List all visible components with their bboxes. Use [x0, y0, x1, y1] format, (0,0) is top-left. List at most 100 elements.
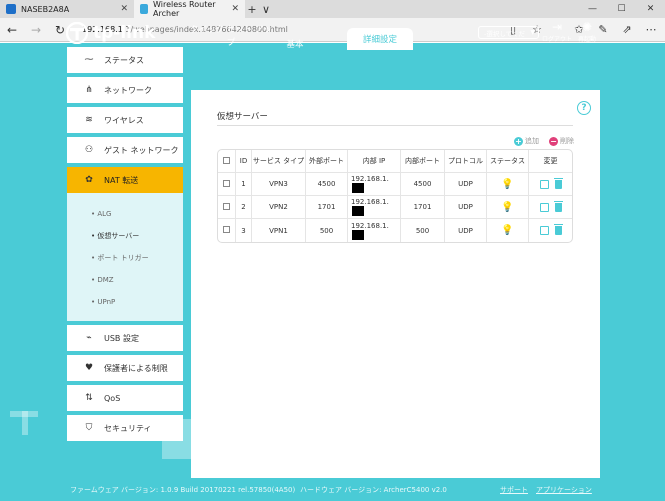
trash-icon[interactable] — [553, 200, 563, 212]
browser-tab-nas[interactable]: NASEB2A8A ✕ — [0, 0, 134, 18]
edit-icon[interactable] — [539, 202, 549, 212]
nat-submenu: • ALG • 仮想サーバー • ポート トリガー • DMZ • UPnP — [67, 193, 183, 321]
nat-icon: ✿ — [85, 175, 93, 185]
row-checkbox[interactable] — [223, 202, 230, 210]
sidebar-item-label: NAT 転送 — [104, 175, 139, 185]
cell-internal-ip: 192.168.1. — [348, 219, 401, 242]
cell-protocol: UDP — [445, 219, 487, 242]
brand-name: tp-link — [93, 23, 156, 43]
submenu-item-port-triggering[interactable]: • ポート トリガー — [91, 247, 183, 269]
sidebar-item-qos[interactable]: ⇅ QoS — [67, 385, 183, 411]
row-select-cell[interactable] — [218, 173, 236, 196]
reboot-button[interactable]: ✺ 再起動 — [572, 20, 602, 43]
status-bulb-icon[interactable]: 💡 — [501, 179, 513, 190]
column-header: ID — [236, 150, 252, 173]
submenu-label: 仮想サーバー — [97, 232, 140, 240]
sidebar: ⁓ ステータス ⋔ ネットワーク ≋ ワイヤレス ⚇ ゲスト ネットワーク ✿ … — [67, 47, 183, 445]
trash-icon[interactable] — [553, 224, 563, 235]
select-all-checkbox[interactable] — [223, 156, 230, 164]
tab-advanced[interactable]: 詳細設定 — [347, 28, 413, 50]
edit-icon[interactable] — [539, 179, 549, 189]
cell-protocol: UDP — [445, 196, 487, 219]
delete-button[interactable]: − 削除 — [549, 136, 574, 146]
cell-modify — [529, 173, 572, 196]
redaction-block — [352, 206, 364, 216]
submenu-item-upnp[interactable]: • UPnP — [91, 291, 183, 313]
row-select-cell[interactable] — [218, 219, 236, 242]
tab-basic[interactable]: 基本 — [275, 38, 315, 50]
cell-external-port: 1701 — [306, 196, 348, 219]
maximize-button[interactable]: ☐ — [607, 0, 636, 18]
sidebar-item-security[interactable]: ⛉ セキュリティ — [67, 415, 183, 441]
trash-icon[interactable] — [553, 177, 563, 189]
tab-quick-setup[interactable]: クイック セット アップ — [187, 24, 275, 50]
sidebar-item-status[interactable]: ⁓ ステータス — [67, 47, 183, 73]
tab-list-button[interactable]: ∨ — [259, 0, 273, 18]
column-header: 内部ポート — [401, 150, 445, 173]
cell-modify — [529, 219, 572, 242]
sidebar-item-nat-forwarding[interactable]: ✿ NAT 転送 — [67, 167, 183, 193]
cell-internal-ip: 192.168.1. — [348, 173, 401, 196]
edit-icon[interactable] — [539, 226, 549, 235]
sidebar-item-usb-settings[interactable]: ⌁ USB 設定 — [67, 325, 183, 351]
cell-id: 2 — [236, 196, 252, 219]
chevron-down-icon: ▼ — [530, 29, 535, 36]
more-menu-icon[interactable]: ⋯ — [643, 23, 659, 36]
add-button[interactable]: + 追加 — [514, 136, 539, 146]
row-checkbox[interactable] — [223, 226, 230, 233]
row-checkbox[interactable] — [223, 179, 230, 187]
help-icon[interactable]: ? — [577, 101, 591, 115]
sidebar-item-network[interactable]: ⋔ ネットワーク — [67, 77, 183, 103]
browser-tab-router[interactable]: Wireless Router Archer ✕ — [134, 0, 245, 18]
support-link[interactable]: サポート — [500, 485, 528, 495]
status-bulb-icon[interactable]: 💡 — [501, 225, 513, 236]
forward-arrow-icon[interactable]: → — [24, 23, 48, 37]
sidebar-item-wireless[interactable]: ≋ ワイヤレス — [67, 107, 183, 133]
row-select-cell[interactable] — [218, 196, 236, 219]
submenu-item-dmz[interactable]: • DMZ — [91, 269, 183, 291]
redaction-block — [352, 229, 364, 240]
cell-internal-ip: 192.168.1. — [348, 196, 401, 219]
cell-service: VPN2 — [252, 196, 306, 219]
cell-internal-port: 500 — [401, 219, 445, 242]
column-header: 外部ポート — [306, 150, 348, 173]
submenu-item-virtual-server[interactable]: • 仮想サーバー — [91, 225, 183, 247]
cell-status: 💡 — [487, 219, 529, 242]
tab-title: NASEB2A8A — [21, 4, 70, 14]
nas-favicon-icon — [6, 4, 16, 14]
plus-icon: + — [514, 136, 523, 146]
close-tab-icon[interactable]: ✕ — [120, 4, 128, 14]
minimize-button[interactable]: — — [578, 0, 607, 18]
close-tab-icon[interactable]: ✕ — [231, 4, 239, 14]
table-row: 3 VPN1 500 192.168.1. 500 UDP 💡 — [218, 219, 572, 242]
firmware-version: ファームウェア バージョン: 1.0.9 Build 20170221 rel.… — [70, 485, 296, 494]
share-icon[interactable]: ⇗ — [619, 23, 635, 36]
logout-button[interactable]: ⇥ ログアウト — [542, 20, 572, 43]
cell-protocol: UDP — [445, 173, 487, 196]
back-arrow-icon[interactable]: ← — [0, 23, 24, 37]
ip-text: 192.168.1. — [351, 198, 389, 206]
sidebar-item-guest-network[interactable]: ⚇ ゲスト ネットワーク — [67, 137, 183, 163]
title-divider — [217, 125, 573, 126]
reboot-icon: ✺ — [581, 20, 593, 34]
submenu-item-alg[interactable]: • ALG — [91, 203, 183, 225]
logout-icon: ⇥ — [551, 20, 563, 34]
sidebar-item-label: ゲスト ネットワーク — [104, 145, 179, 155]
sidebar-item-parental-controls[interactable]: ♥ 保護者による制限 — [67, 355, 183, 381]
cell-id: 3 — [236, 219, 252, 242]
sidebar-item-label: ネットワーク — [104, 85, 152, 95]
new-tab-button[interactable]: + — [245, 0, 259, 18]
cell-external-port: 4500 — [306, 173, 348, 196]
sidebar-item-label: QoS — [104, 393, 121, 403]
close-window-button[interactable]: ✕ — [636, 0, 665, 18]
ip-text: 192.168.1. — [351, 221, 389, 230]
select-all-cell[interactable] — [218, 150, 236, 173]
cell-id: 1 — [236, 173, 252, 196]
language-select-value: -選択してくだ — [484, 29, 525, 38]
language-select[interactable]: -選択してくだ ▼ — [478, 26, 539, 39]
hardware-version: ハードウェア バージョン: ArcherC5400 v2.0 — [300, 485, 447, 494]
status-bulb-icon[interactable]: 💡 — [501, 202, 513, 213]
add-label: 追加 — [525, 137, 539, 145]
app-link[interactable]: アプリケーション — [536, 485, 592, 495]
router-favicon-icon — [140, 4, 149, 14]
